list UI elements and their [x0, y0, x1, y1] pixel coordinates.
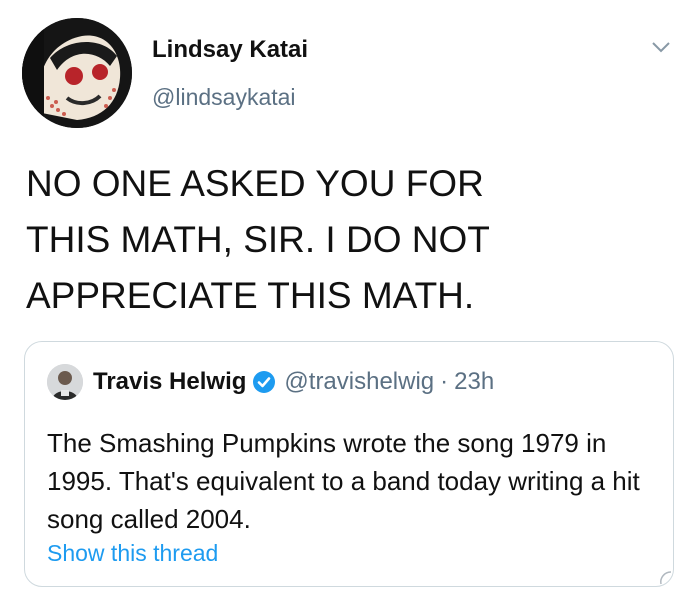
corner-decoration	[660, 571, 672, 585]
separator-dot: ·	[440, 368, 449, 395]
chevron-down-icon[interactable]	[650, 36, 672, 58]
author-handle[interactable]: @lindsaykatai	[152, 84, 296, 111]
author-avatar[interactable]	[22, 18, 132, 128]
quoted-author-avatar[interactable]	[47, 364, 83, 400]
show-thread-link[interactable]: Show this thread	[47, 540, 218, 567]
quoted-author-handle[interactable]: @travishelwig	[284, 368, 434, 396]
quoted-tweet-card[interactable]: Travis Helwig @travishelwig · 23h The Sm…	[24, 341, 674, 587]
quoted-tweet-header: Travis Helwig @travishelwig · 23h	[93, 368, 494, 396]
author-avatar-image	[22, 18, 132, 128]
tweet-text: NO ONE ASKED YOU FOR THIS MATH, SIR. I D…	[26, 163, 490, 316]
quoted-avatar-image	[47, 364, 83, 400]
verified-badge-icon	[252, 370, 276, 394]
quoted-author-name[interactable]: Travis Helwig	[93, 368, 246, 396]
quoted-timestamp[interactable]: 23h	[454, 368, 494, 396]
author-name[interactable]: Lindsay Katai	[152, 36, 308, 64]
quoted-tweet-text: The Smashing Pumpkins wrote the song 197…	[47, 428, 640, 534]
